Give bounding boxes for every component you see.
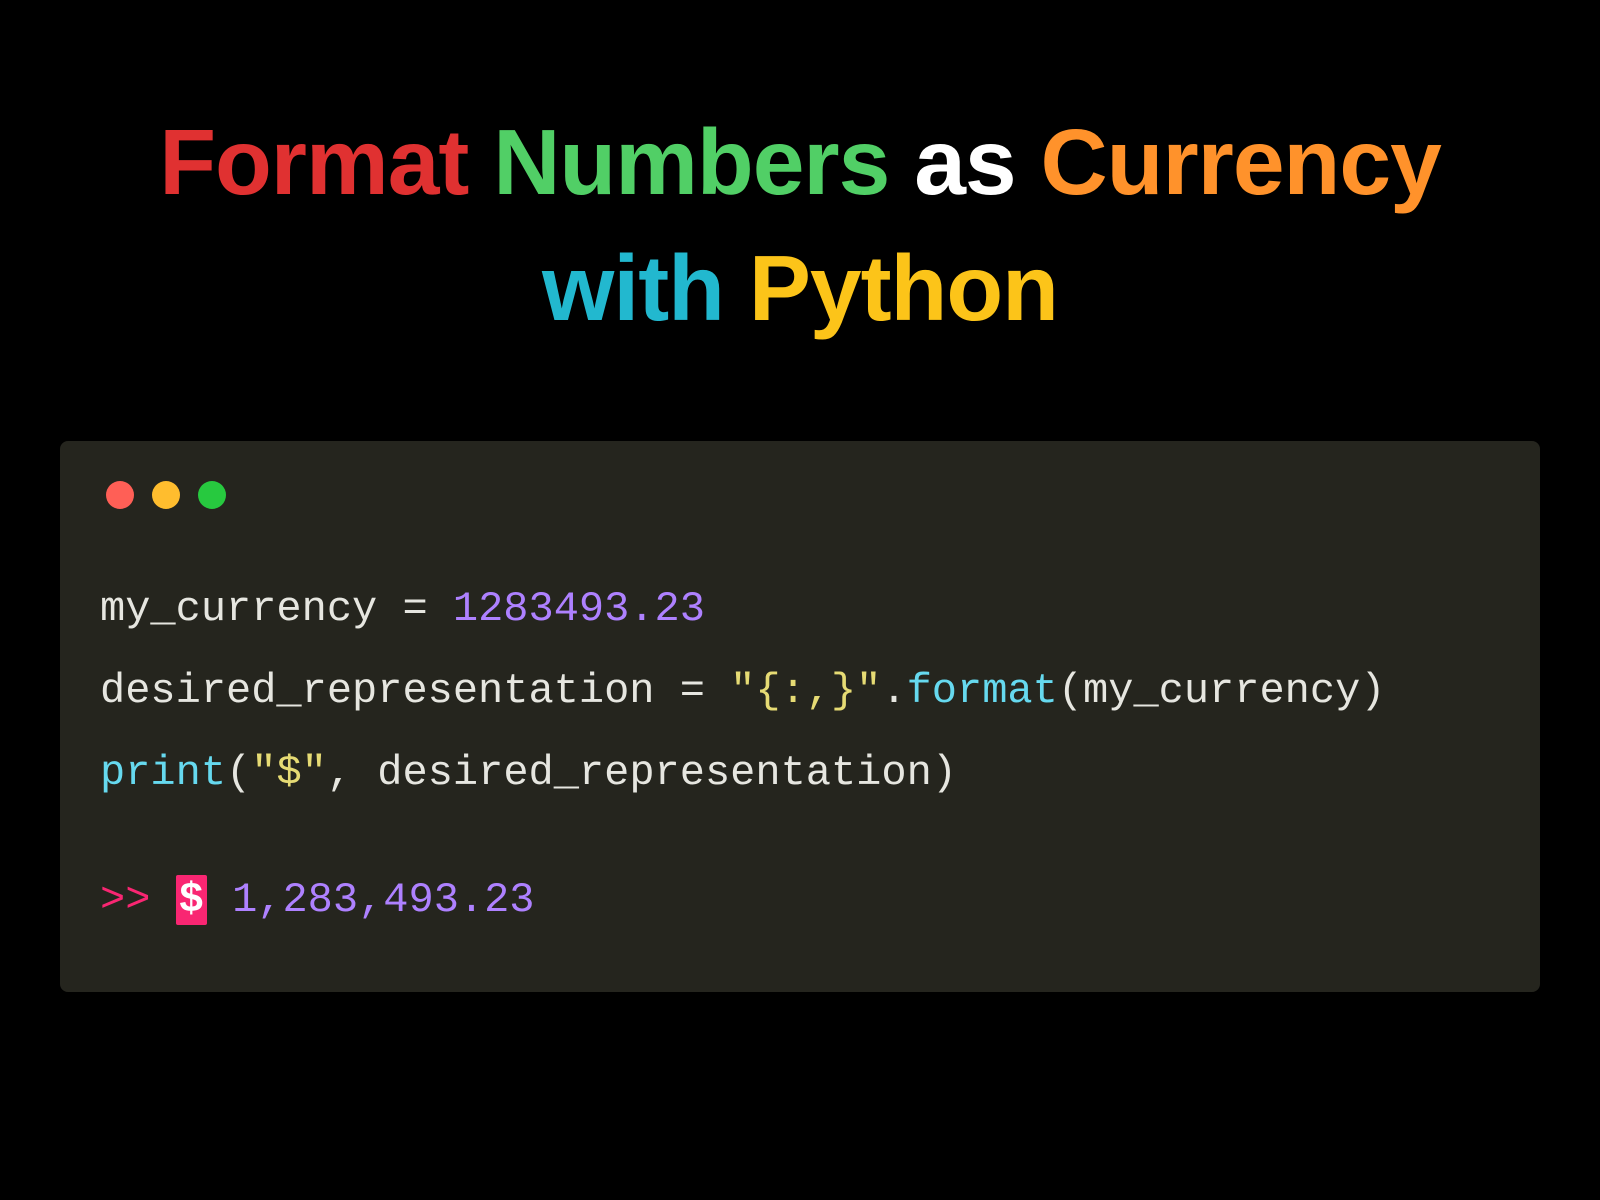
page-root: Format Numbers as Currency with Python m… [0,0,1600,1200]
title-word-as: as [914,110,1015,214]
output-space [207,876,232,924]
code-paren-open-2: ( [1058,667,1083,715]
title-word-format: Format [159,110,468,214]
output-prompt: >> [100,876,176,924]
code-var-desired-rep: desired_representation [100,667,655,715]
title-word-numbers: Numbers [493,110,889,214]
code-line-3: print("$", desired_representation) [100,733,1500,815]
code-arg-my-currency: my_currency [1083,667,1360,715]
code-dot: . [881,667,906,715]
code-output-line: >> $ 1,283,493.23 [100,860,1500,942]
code-number-literal: 1283493.23 [453,585,705,633]
code-arg-desired-rep: desired_representation [377,749,932,797]
output-cursor-dollar: $ [176,875,207,925]
code-line-1: my_currency = 1283493.23 [100,569,1500,651]
code-func-print: print [100,749,226,797]
code-paren-open-3: ( [226,749,251,797]
code-format-string: "{:,}" [730,667,881,715]
code-assign-1: = [377,585,453,633]
code-window: my_currency = 1283493.23desired_represen… [60,441,1540,992]
code-string-dollar: "$" [251,749,327,797]
code-paren-close-2: ) [1360,667,1385,715]
title-word-with: with [542,236,724,340]
title-block: Format Numbers as Currency with Python [159,100,1441,351]
code-line-2: desired_representation = "{:,}".format(m… [100,651,1500,733]
traffic-lights [100,481,1500,509]
window-close-icon [106,481,134,509]
title-line-1: Format Numbers as Currency [159,100,1441,226]
title-line-2: with Python [159,226,1441,352]
code-method-format: format [907,667,1058,715]
code-var-my-currency: my_currency [100,585,377,633]
code-area: my_currency = 1283493.23desired_represen… [100,569,1500,942]
window-maximize-icon [198,481,226,509]
output-value: 1,283,493.23 [232,876,534,924]
title-word-python: Python [749,236,1058,340]
code-comma: , [327,749,377,797]
code-assign-2: = [655,667,731,715]
title-word-currency: Currency [1040,110,1440,214]
window-minimize-icon [152,481,180,509]
code-paren-close-3: ) [932,749,957,797]
